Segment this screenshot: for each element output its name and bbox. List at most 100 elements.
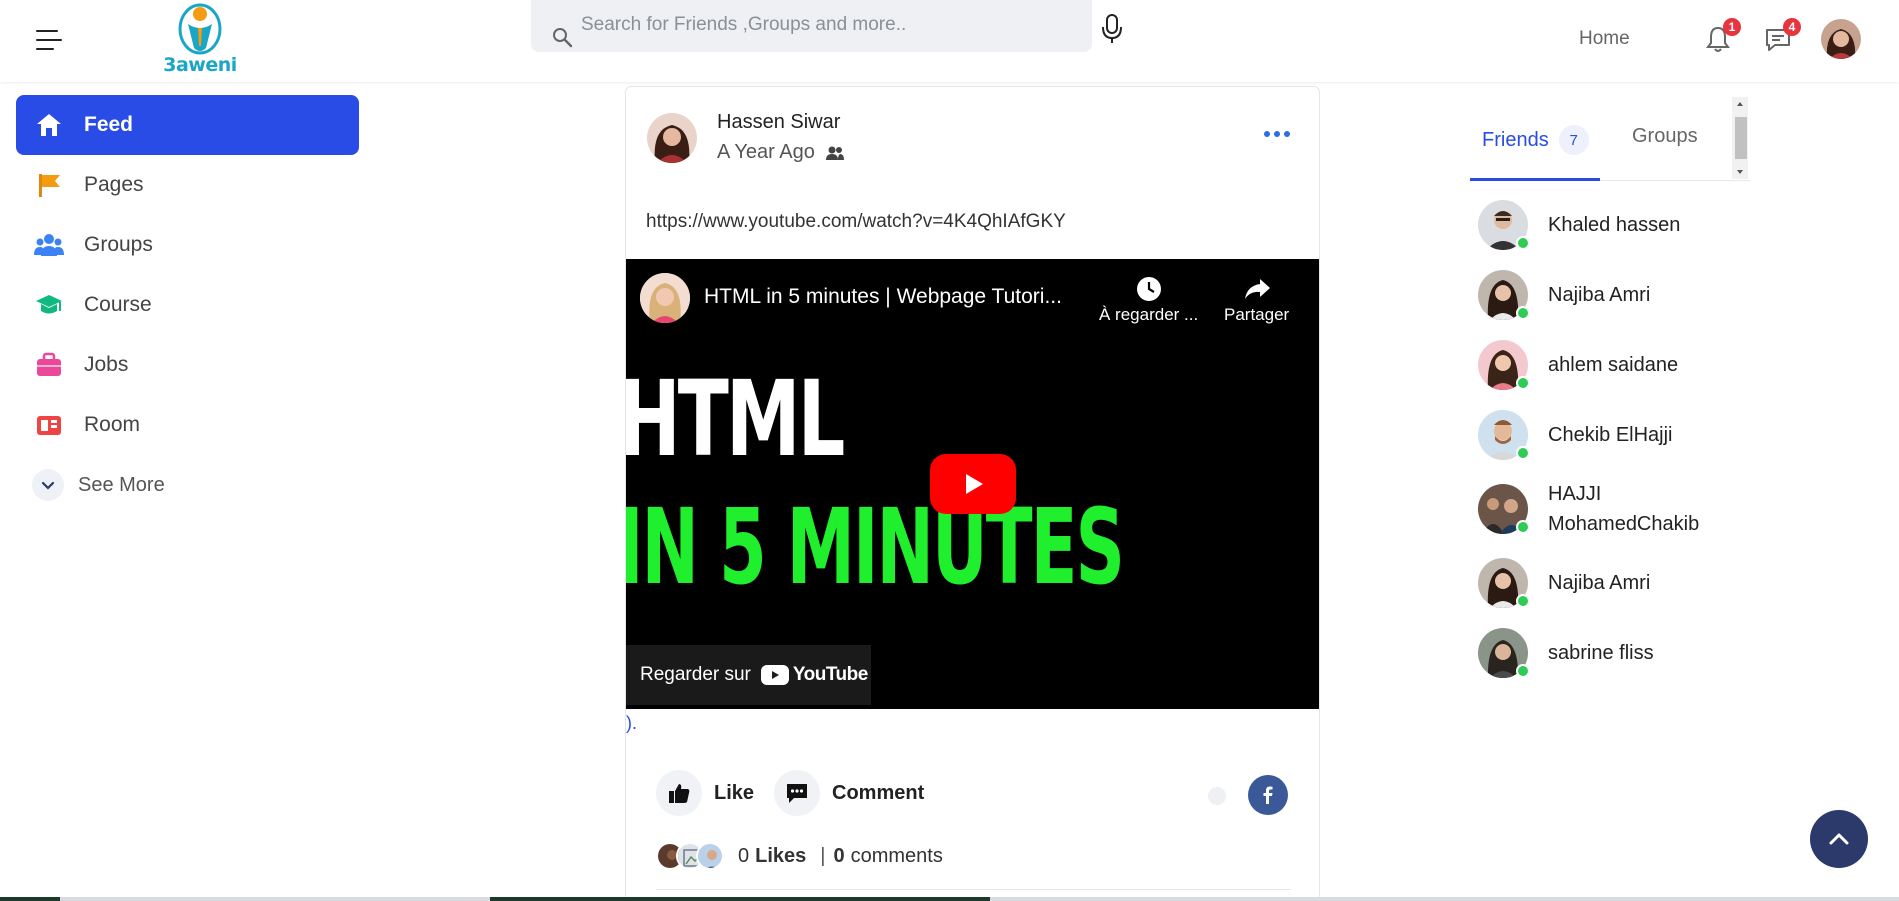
friend-item[interactable]: HAJJI MohamedChakib [1470, 479, 1750, 539]
friend-name: ahlem saidane [1548, 354, 1679, 376]
logo-text: 3aweni [163, 54, 237, 76]
friend-item[interactable]: sabrine fliss [1470, 627, 1750, 679]
video-title[interactable]: HTML in 5 minutes | Webpage Tutori... [704, 285, 1062, 309]
youtube-play-icon [760, 665, 789, 685]
thumbnail-text-line2: IN 5 MINUTES [626, 486, 1125, 608]
liker-avatars[interactable] [656, 842, 724, 870]
facebook-share-button[interactable] [1248, 775, 1288, 815]
avatar [1478, 200, 1530, 250]
channel-avatar[interactable] [640, 273, 690, 323]
avatar [1478, 484, 1530, 534]
likes-word: Likes [755, 844, 807, 867]
avatar [1478, 270, 1530, 320]
tab-groups-label: Groups [1632, 125, 1698, 147]
tab-groups[interactable]: Groups [1632, 125, 1698, 148]
sidebar-item-label: Course [84, 293, 152, 316]
post-text-trail[interactable]: ). [626, 713, 637, 734]
messages-button[interactable]: 4 [1763, 18, 1801, 58]
watch-later-button[interactable]: À regarder ... [1099, 273, 1198, 325]
comments-word[interactable]: comments [851, 845, 943, 868]
graduation-cap-icon [34, 290, 64, 320]
comment-icon [774, 770, 820, 816]
friend-name: HAJJI MohamedChakib [1548, 483, 1700, 535]
comment-button[interactable]: Comment [774, 769, 924, 817]
sidebar-item-room[interactable]: Room [16, 395, 359, 455]
avatar [1478, 558, 1530, 608]
friend-item[interactable]: Chekib ElHajji [1470, 409, 1750, 461]
like-button[interactable]: Like [656, 769, 754, 817]
friend-item[interactable]: ahlem saidane [1470, 339, 1750, 391]
tab-friends[interactable]: Friends 7 [1482, 125, 1589, 155]
see-more-button[interactable]: See More [16, 455, 359, 515]
post-author-avatar[interactable] [647, 113, 697, 163]
logo[interactable]: 3aweni [158, 2, 242, 78]
reaction-indicator[interactable] [1208, 787, 1226, 805]
online-status-dot [1516, 664, 1530, 678]
online-status-dot [1516, 594, 1530, 608]
post-options-icon[interactable] [1264, 127, 1294, 141]
menu-icon[interactable] [36, 28, 64, 52]
share-label: Partager [1224, 305, 1290, 324]
post-text: https://www.youtube.com/watch?v=4K4QhIAf… [646, 211, 1066, 232]
home-link[interactable]: Home [1579, 28, 1630, 50]
watch-later-label: À regarder ... [1099, 305, 1199, 324]
chevron-up-icon [1829, 833, 1849, 845]
sidebar-item-course[interactable]: Course [16, 275, 359, 335]
sidebar-item-label: Pages [84, 173, 144, 196]
friends-count-badge: 7 [1558, 125, 1589, 155]
top-navbar: 3aweni Home 1 4 [0, 0, 1899, 82]
online-status-dot [1516, 376, 1530, 390]
play-icon [966, 474, 983, 494]
notifications-button[interactable]: 1 [1703, 18, 1741, 58]
share-icon [1224, 273, 1289, 305]
scroll-thumb[interactable] [1735, 117, 1747, 159]
scroll-up-icon[interactable] [1732, 99, 1748, 109]
scroll-down-icon[interactable] [1732, 167, 1748, 177]
friends-panel: Friends 7 Groups Khaled hassen Najiba Am… [1470, 95, 1750, 679]
comments-count: 0 [833, 844, 845, 867]
online-status-dot [1516, 236, 1530, 250]
scrollbar[interactable] [1732, 97, 1748, 179]
youtube-embed[interactable]: HTML in 5 minutes | Webpage Tutori... À … [626, 259, 1319, 709]
friend-name: Najiba Amri [1548, 572, 1651, 594]
share-button[interactable]: Partager [1224, 273, 1289, 325]
friend-name: Najiba Amri [1548, 284, 1651, 306]
home-icon [34, 110, 64, 140]
friend-item[interactable]: Khaled hassen [1470, 199, 1750, 251]
friend-item[interactable]: Najiba Amri [1470, 557, 1750, 609]
user-avatar[interactable] [1821, 19, 1861, 59]
friend-name: sabrine fliss [1548, 642, 1654, 664]
post-author-name[interactable]: Hassen Siwar [717, 111, 840, 134]
avatar-image [1821, 19, 1861, 59]
friend-item[interactable]: Najiba Amri [1470, 269, 1750, 321]
online-status-dot [1516, 520, 1530, 534]
sidebar-item-groups[interactable]: Groups [16, 215, 359, 275]
thumbnail-text-line1: HTML [626, 358, 845, 480]
sidebar-item-label: Room [84, 413, 141, 436]
sidebar-item-pages[interactable]: Pages [16, 155, 359, 215]
search-input[interactable] [581, 10, 1071, 40]
sidebar-item-feed[interactable]: Feed [16, 95, 359, 155]
scroll-to-top-button[interactable] [1810, 810, 1868, 868]
bottom-edge [0, 897, 1899, 901]
left-sidebar: Feed Pages Groups Course Jobs Room See M… [16, 95, 359, 515]
divider [656, 889, 1291, 890]
likes-summary: 0 Likes | 0 comments [656, 842, 943, 870]
search-bar [531, 0, 1092, 52]
sidebar-item-label: Jobs [84, 353, 129, 376]
avatar-image [647, 113, 697, 163]
sidebar-item-jobs[interactable]: Jobs [16, 335, 359, 395]
youtube-logo: YouTube [760, 664, 868, 686]
comment-label: Comment [832, 781, 925, 804]
microphone-icon[interactable] [1100, 13, 1124, 45]
likes-count: 0 [738, 844, 750, 867]
friends-tabs: Friends 7 Groups [1470, 95, 1750, 181]
chevron-down-icon [32, 469, 64, 501]
tab-friends-label: Friends [1482, 128, 1549, 151]
play-button[interactable] [930, 454, 1016, 514]
like-label: Like [714, 781, 755, 804]
watch-on-youtube-button[interactable]: Regarder sur YouTube [626, 645, 871, 705]
avatar-image [640, 273, 690, 323]
avatar [696, 842, 724, 870]
briefcase-icon [34, 350, 64, 380]
